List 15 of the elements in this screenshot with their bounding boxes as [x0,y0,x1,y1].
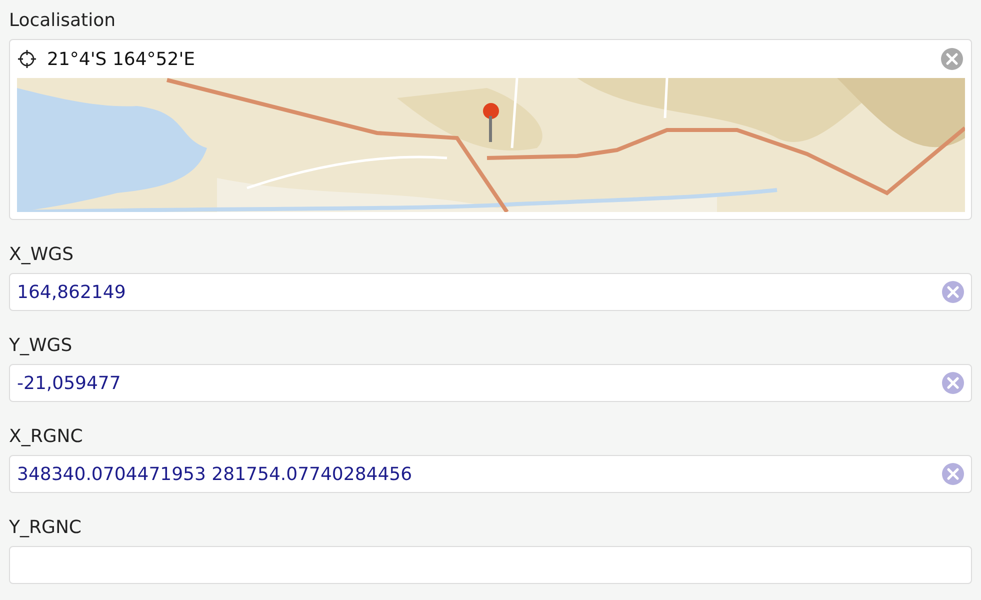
field-label: X_WGS [9,243,74,267]
coordinates-text: 21°4'S 164°52'E [47,48,196,70]
clear-icon[interactable] [941,462,965,486]
field-label: Y_WGS [9,334,72,358]
input-field[interactable]: -21,059477 [9,364,972,402]
input-field[interactable] [9,546,972,584]
field-label: Y_RGNC [9,516,82,540]
clear-icon[interactable] [941,371,965,395]
field-label: Localisation [9,9,116,33]
input-field[interactable]: 164,862149 [9,273,972,311]
field-label: X_RGNC [9,425,83,449]
input-field[interactable]: 348340.0704471953 281754.07740284456 [9,455,972,493]
clear-icon[interactable] [941,280,965,304]
crosshair-icon[interactable] [17,49,37,69]
clear-icon[interactable] [940,47,964,71]
